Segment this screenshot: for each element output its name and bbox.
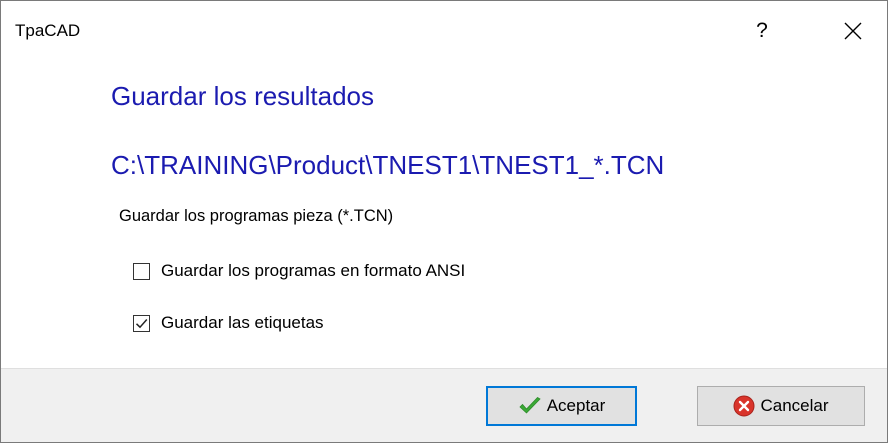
dialog-window: TpaCAD ? Guardar los resultados C:\TRAIN… <box>0 0 888 443</box>
dialog-heading: Guardar los resultados <box>111 81 375 111</box>
cancel-label: Cancelar <box>760 396 829 415</box>
close-icon <box>844 22 862 40</box>
green-check-icon <box>518 396 542 416</box>
window-title: TpaCAD <box>15 21 81 40</box>
save-labels-label[interactable]: Guardar las etiquetas <box>161 313 324 333</box>
close-button[interactable] <box>827 9 879 53</box>
section-label: Guardar los programas pieza (*.TCN) <box>119 207 394 225</box>
ansi-format-option[interactable]: Guardar los programas en formato ANSI <box>133 261 465 281</box>
cancel-button[interactable]: Cancelar <box>697 386 865 426</box>
save-labels-option[interactable]: Guardar las etiquetas <box>133 313 324 333</box>
output-path: C:\TRAINING\Product\TNEST1\TNEST1_*.TCN <box>111 150 665 180</box>
accept-button[interactable]: Aceptar <box>486 386 637 426</box>
ansi-format-label[interactable]: Guardar los programas en formato ANSI <box>161 261 465 281</box>
accept-label: Aceptar <box>546 396 606 415</box>
title-bar[interactable]: TpaCAD ? <box>1 1 887 61</box>
save-labels-checkbox[interactable] <box>133 314 150 332</box>
ansi-format-checkbox[interactable] <box>133 262 150 280</box>
help-button[interactable]: ? <box>739 9 785 53</box>
checkmark-icon <box>135 318 148 328</box>
cancel-x-icon <box>733 395 755 417</box>
